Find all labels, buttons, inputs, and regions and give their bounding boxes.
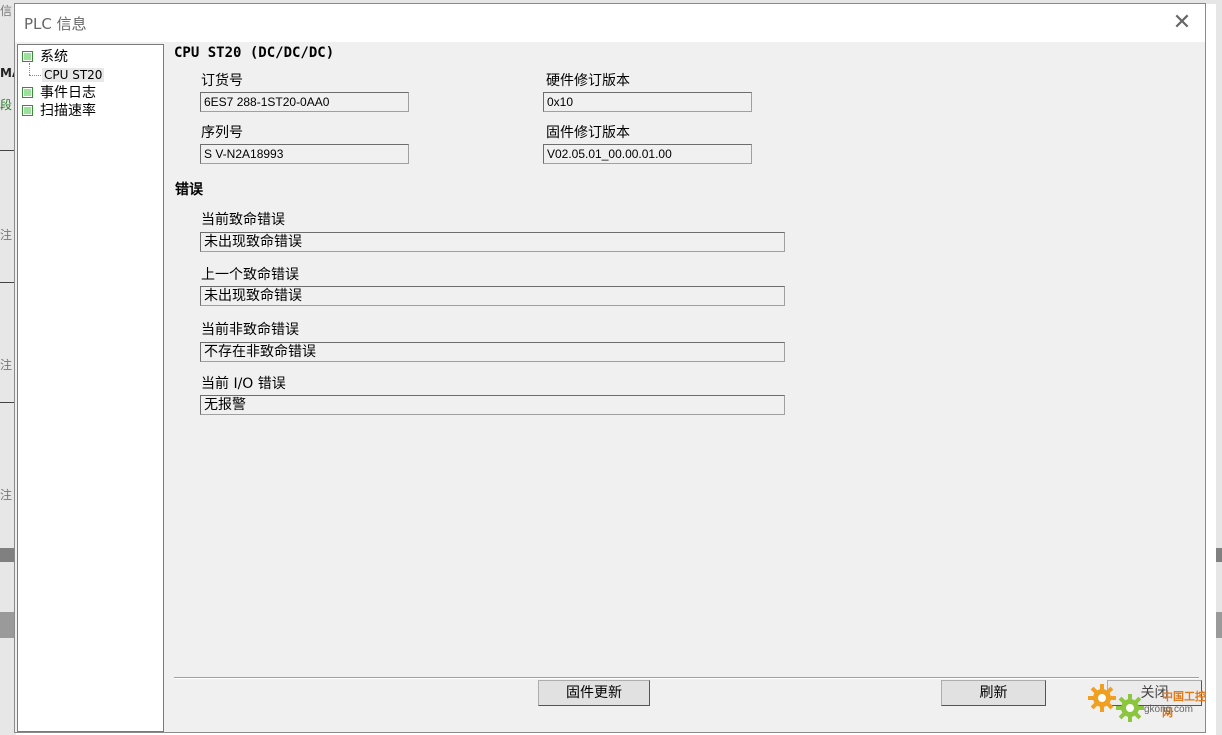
system-info-panel: CPU ST20 (DC/DC/DC) 订货号 6ES7 288-1ST20-0… xyxy=(165,42,1205,732)
tree-node-icon xyxy=(22,104,33,116)
tree-item-event-log[interactable]: 事件日志 xyxy=(22,83,96,101)
hardware-rev-label: 硬件修订版本 xyxy=(546,73,630,89)
current-fatal-label: 当前致命错误 xyxy=(201,212,285,228)
order-number-field[interactable]: 6ES7 288-1ST20-0AA0 xyxy=(200,92,409,112)
errors-section-title: 错误 xyxy=(175,182,203,198)
current-nonfatal-label: 当前非致命错误 xyxy=(201,322,299,338)
tree-connector xyxy=(29,75,41,76)
tree-connector xyxy=(29,63,30,75)
background-text: 注 xyxy=(0,488,13,502)
refresh-button[interactable]: 刷新 xyxy=(941,680,1046,706)
tree-item-label: 扫描速率 xyxy=(40,103,96,119)
last-fatal-label: 上一个致命错误 xyxy=(201,267,299,283)
tree-node-icon xyxy=(22,86,33,98)
serial-label: 序列号 xyxy=(201,125,243,141)
current-fatal-field[interactable]: 未出现致命错误 xyxy=(200,232,785,252)
serial-field[interactable]: S V-N2A18993 xyxy=(200,144,409,164)
tree-item-label: 事件日志 xyxy=(40,85,96,101)
background-text: 注 xyxy=(0,358,13,372)
firmware-rev-field[interactable]: V02.05.01_00.00.01.00 xyxy=(543,144,752,164)
gear-icon xyxy=(1088,684,1144,722)
background-app-right xyxy=(1216,0,1222,735)
tree-item-scan-rate[interactable]: 扫描速率 xyxy=(22,101,96,119)
dialog-title: PLC 信息 xyxy=(24,15,87,33)
close-icon[interactable]: ✕ xyxy=(1167,8,1197,38)
background-text: 注 xyxy=(0,228,13,242)
current-nonfatal-field[interactable]: 不存在非致命错误 xyxy=(200,342,785,362)
firmware-update-button[interactable]: 固件更新 xyxy=(538,680,650,706)
current-io-field[interactable]: 无报警 xyxy=(200,395,785,415)
tree-item-label: 系统 xyxy=(40,49,68,65)
firmware-rev-label: 固件修订版本 xyxy=(546,125,630,141)
footer-divider xyxy=(174,677,1199,679)
navigation-tree: 系统 CPU ST20 事件日志 扫描速率 xyxy=(17,44,164,732)
tree-item-label: CPU ST20 xyxy=(42,68,105,82)
hardware-rev-field[interactable]: 0x10 xyxy=(543,92,752,112)
background-text: 信 xyxy=(0,4,13,18)
title-bar: PLC 信息 ✕ xyxy=(15,4,1205,42)
tree-node-icon xyxy=(22,50,33,62)
plc-info-dialog: PLC 信息 ✕ 系统 CPU ST20 事件日志 扫描速率 CPU ST20 … xyxy=(14,3,1206,733)
current-io-label: 当前 I/O 错误 xyxy=(201,376,286,392)
background-text: 段 xyxy=(0,98,13,112)
order-number-label: 订货号 xyxy=(201,73,243,89)
last-fatal-field[interactable]: 未出现致命错误 xyxy=(200,286,785,306)
cpu-title: CPU ST20 (DC/DC/DC) xyxy=(174,45,335,61)
watermark-domain: gkong.com xyxy=(1144,704,1193,715)
watermark-logo: 中国工控网 gkong.com xyxy=(1086,680,1206,725)
